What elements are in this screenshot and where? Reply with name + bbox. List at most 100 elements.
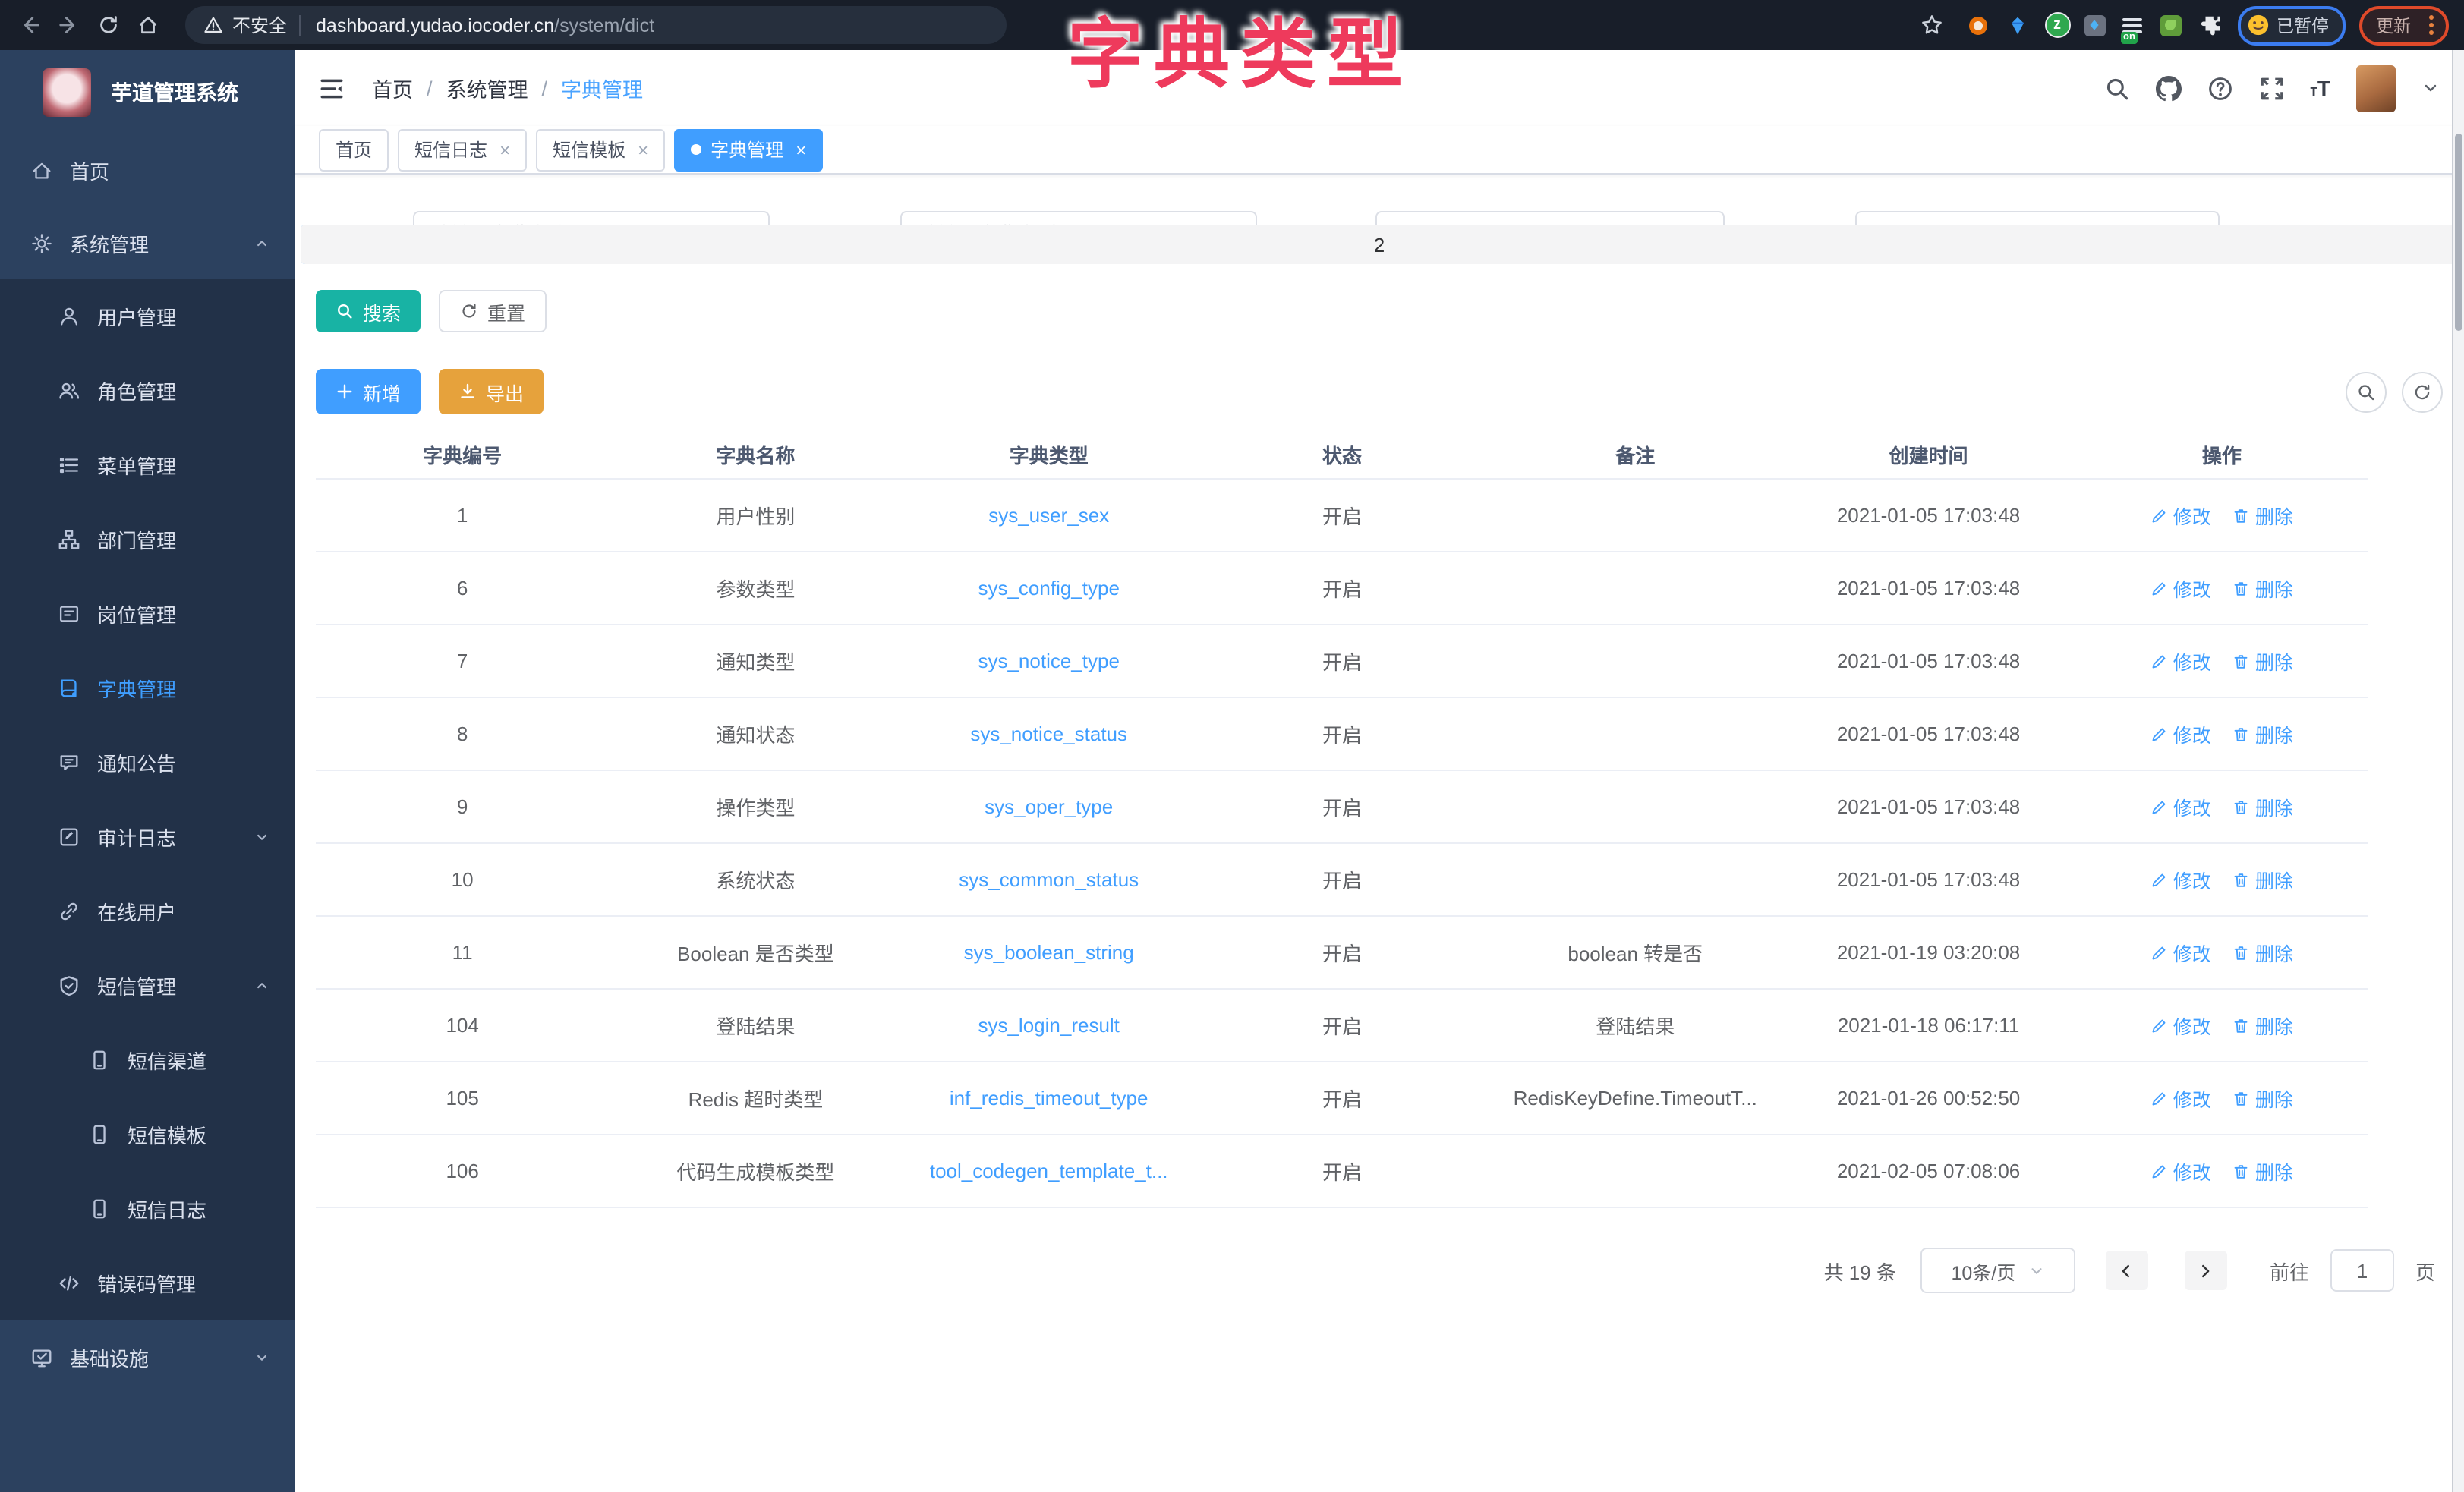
tab-active-3[interactable]: 字典管理× xyxy=(674,128,823,171)
help-icon[interactable] xyxy=(2207,75,2232,101)
url-path: /system/dict xyxy=(554,14,654,36)
browser-reload-icon[interactable] xyxy=(88,5,128,45)
reset-button[interactable]: 重置 xyxy=(439,290,547,332)
profile-paused-badge[interactable]: 已暂停 xyxy=(2237,5,2346,45)
extension-green-z-icon[interactable]: z xyxy=(2044,12,2070,38)
cell-dict-type-link[interactable]: inf_redis_timeout_type xyxy=(903,1087,1196,1110)
cell-create-time: 2021-01-05 17:03:48 xyxy=(1782,795,2075,818)
sidebar-item-label: 首页 xyxy=(70,156,109,184)
delete-link[interactable]: 删除 xyxy=(2232,647,2293,675)
browser-forward-icon[interactable] xyxy=(49,5,88,45)
sidebar-item-sms-channel[interactable]: 短信渠道 xyxy=(0,1023,295,1097)
edit-link[interactable]: 修改 xyxy=(2150,1011,2211,1040)
breadcrumb-home[interactable]: 首页 xyxy=(372,73,413,103)
edit-link[interactable]: 修改 xyxy=(2150,719,2211,748)
delete-link[interactable]: 删除 xyxy=(2232,719,2293,748)
browser-back-icon[interactable] xyxy=(9,5,49,45)
sidebar-item-post-management[interactable]: 岗位管理 xyxy=(0,577,295,651)
font-size-icon[interactable]: тT xyxy=(2310,76,2330,100)
next-page-button[interactable] xyxy=(2185,1251,2227,1290)
page-jump-input[interactable] xyxy=(2330,1249,2394,1292)
bookmark-star-icon[interactable] xyxy=(1912,5,1952,45)
sidebar-item-online-users[interactable]: 在线用户 xyxy=(0,874,295,949)
delete-link[interactable]: 删除 xyxy=(2232,1084,2293,1113)
extension-list-on-icon[interactable]: on xyxy=(2119,12,2144,38)
scrollbar-thumb[interactable] xyxy=(2455,134,2462,331)
edit-link[interactable]: 修改 xyxy=(2150,1157,2211,1185)
browser-home-icon[interactable] xyxy=(128,5,167,45)
edit-link[interactable]: 修改 xyxy=(2150,501,2211,530)
tab-2[interactable]: 短信模板× xyxy=(536,128,665,171)
extension-gray-diamond-icon[interactable] xyxy=(2084,14,2105,36)
sidebar-item-role-management[interactable]: 角色管理 xyxy=(0,354,295,428)
sidebar-item-sms-management[interactable]: 短信管理 xyxy=(0,949,295,1023)
export-button[interactable]: 导出 xyxy=(439,369,544,414)
extension-orange-ring-icon[interactable] xyxy=(1965,12,1991,38)
delete-link[interactable]: 删除 xyxy=(2232,865,2293,894)
page-url[interactable]: dashboard.yudao.iocoder.cn/system/dict xyxy=(316,14,654,36)
window-scrollbar[interactable] xyxy=(2452,50,2464,1492)
delete-link[interactable]: 删除 xyxy=(2232,501,2293,530)
sidebar-item-infrastructure[interactable]: 基础设施 xyxy=(0,1320,295,1393)
cell-dict-type-link[interactable]: tool_codegen_template_t... xyxy=(903,1160,1196,1182)
github-icon[interactable] xyxy=(2155,75,2181,101)
user-avatar[interactable] xyxy=(2356,65,2396,112)
sidebar-item-home[interactable]: 首页 xyxy=(0,134,295,206)
refresh-table-button[interactable] xyxy=(2402,371,2443,412)
user-menu-caret-icon[interactable] xyxy=(2421,79,2440,97)
browser-menu-kebab-icon[interactable] xyxy=(2425,15,2438,35)
cell-dict-type-link[interactable]: sys_notice_type xyxy=(903,650,1196,672)
page-button-2[interactable]: 2 xyxy=(301,225,2458,264)
delete-link[interactable]: 删除 xyxy=(2232,1011,2293,1040)
sidebar-item-sms-template[interactable]: 短信模板 xyxy=(0,1097,295,1172)
delete-link[interactable]: 删除 xyxy=(2232,938,2293,967)
sidebar-item-system-management[interactable]: 系统管理 xyxy=(0,206,295,279)
breadcrumb-system[interactable]: 系统管理 xyxy=(446,73,528,103)
delete-link[interactable]: 删除 xyxy=(2232,792,2293,821)
cell-dict-type-link[interactable]: sys_user_sex xyxy=(903,504,1196,527)
prev-page-button[interactable] xyxy=(2106,1251,2148,1290)
edit-link[interactable]: 修改 xyxy=(2150,792,2211,821)
page-size-select[interactable]: 10条/页 xyxy=(1920,1248,2075,1293)
edit-link[interactable]: 修改 xyxy=(2150,938,2211,967)
search-button[interactable]: 搜索 xyxy=(316,290,421,332)
cell-dict-type-link[interactable]: sys_login_result xyxy=(903,1014,1196,1037)
edit-link[interactable]: 修改 xyxy=(2150,574,2211,603)
sidebar-item-audit-log[interactable]: 审计日志 xyxy=(0,800,295,874)
sidebar-item-dict-management[interactable]: 字典管理 xyxy=(0,651,295,726)
delete-link[interactable]: 删除 xyxy=(2232,574,2293,603)
tab-0[interactable]: 首页 xyxy=(319,128,389,171)
cell-dict-type-link[interactable]: sys_config_type xyxy=(903,577,1196,600)
site-security-label[interactable]: 不安全 xyxy=(232,12,287,38)
cell-dict-type-link[interactable]: sys_boolean_string xyxy=(903,941,1196,964)
header-search-icon[interactable] xyxy=(2103,75,2129,101)
edit-link[interactable]: 修改 xyxy=(2150,1084,2211,1113)
cell-dict-type-link[interactable]: sys_oper_type xyxy=(903,795,1196,818)
app-logo-row[interactable]: 芋道管理系统 xyxy=(0,50,295,134)
browser-update-button[interactable]: 更新 xyxy=(2370,11,2417,39)
tab-close-icon[interactable]: × xyxy=(638,139,648,160)
tab-close-icon[interactable]: × xyxy=(796,139,806,160)
extension-green-leaf-icon[interactable] xyxy=(2158,12,2184,38)
fullscreen-icon[interactable] xyxy=(2258,75,2284,101)
cell-dict-type-link[interactable]: sys_common_status xyxy=(903,868,1196,891)
cell-dict-type-link[interactable]: sys_notice_status xyxy=(903,722,1196,745)
edit-link[interactable]: 修改 xyxy=(2150,647,2211,675)
tab-1[interactable]: 短信日志× xyxy=(398,128,527,171)
sidebar-item-user-management[interactable]: 用户管理 xyxy=(0,279,295,354)
extensions-puzzle-icon[interactable] xyxy=(2198,12,2223,38)
cell-dict-id: 7 xyxy=(316,650,609,672)
sidebar-collapse-icon[interactable] xyxy=(319,75,345,101)
edit-link[interactable]: 修改 xyxy=(2150,865,2211,894)
toggle-search-button[interactable] xyxy=(2346,371,2387,412)
sidebar-item-dept-management[interactable]: 部门管理 xyxy=(0,502,295,577)
browser-address-bar[interactable]: 不安全 dashboard.yudao.iocoder.cn/system/di… xyxy=(185,6,1007,44)
sidebar-item-notice-announcement[interactable]: 通知公告 xyxy=(0,726,295,800)
delete-link[interactable]: 删除 xyxy=(2232,1157,2293,1185)
sidebar-item-error-code-management[interactable]: 错误码管理 xyxy=(0,1246,295,1320)
sidebar-item-menu-management[interactable]: 菜单管理 xyxy=(0,428,295,502)
extension-blue-gem-icon[interactable] xyxy=(2005,12,2031,38)
tab-close-icon[interactable]: × xyxy=(499,139,510,160)
sidebar-item-sms-log[interactable]: 短信日志 xyxy=(0,1172,295,1246)
add-button[interactable]: 新增 xyxy=(316,369,421,414)
